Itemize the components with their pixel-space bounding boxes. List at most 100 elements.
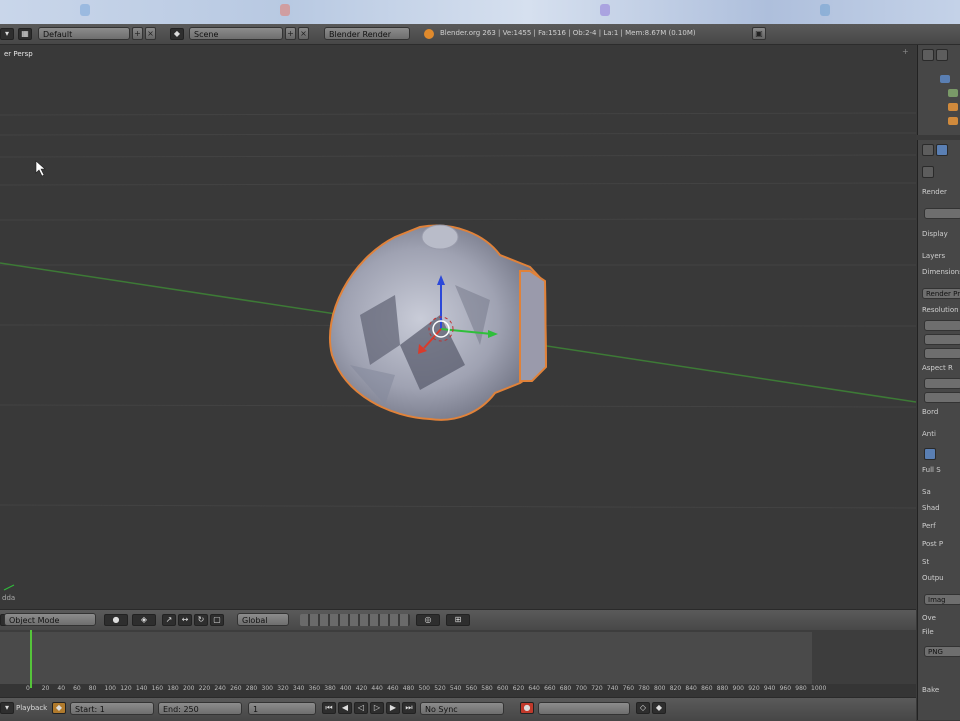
snap-icon[interactable]: ⊞ (446, 614, 470, 626)
render-presets-label: Render Pr (926, 290, 960, 298)
outliner-view-icon[interactable] (936, 49, 948, 61)
playhead-frame-cursor[interactable] (30, 630, 32, 688)
pivot-point-icon[interactable]: ◈ (132, 614, 156, 626)
frame-tick-label: 800 (654, 685, 666, 692)
camera-tab-icon[interactable] (922, 166, 934, 178)
prev-keyframe-icon[interactable]: ◀ (338, 702, 352, 714)
playback-menu[interactable]: Playback (16, 704, 47, 712)
timeline-track[interactable] (0, 632, 812, 684)
panel-display[interactable]: Display (922, 228, 960, 241)
border-checkbox[interactable]: Bord (922, 406, 960, 419)
panel-anti-aliasing[interactable]: Anti (922, 428, 960, 441)
frame-tick-label: 900 (732, 685, 744, 692)
lamp-object-icon[interactable] (948, 117, 958, 125)
render-buttons[interactable] (924, 208, 960, 219)
frame-tick-label: 20 (41, 685, 50, 692)
camera-object-icon[interactable] (948, 103, 958, 111)
screen-layout-icon[interactable]: ▦ (18, 28, 32, 40)
scene-field[interactable]: Scene (189, 27, 283, 40)
timeline-editor-icon[interactable]: ▾ (0, 702, 14, 714)
transform-orientation-dropdown[interactable]: Global (237, 613, 289, 626)
frame-tick-label: 300 (261, 685, 273, 692)
record-icon[interactable]: ● (520, 702, 534, 714)
panel-dimensions[interactable]: Dimensions (922, 266, 960, 279)
overwrite-checkbox[interactable]: Ove (922, 612, 960, 625)
outliner-panel[interactable] (917, 45, 960, 135)
next-keyframe-icon[interactable]: ▶ (386, 702, 400, 714)
keyframe-icon[interactable]: ◆ (52, 702, 66, 714)
frame-tick-label: 180 (167, 685, 179, 692)
frame-tick-label: 240 (214, 685, 226, 692)
jump-start-icon[interactable]: ⏮ (322, 702, 336, 714)
delete-keyframe-icon[interactable]: ◆ (652, 702, 666, 714)
object-mode-dropdown[interactable]: Object Mode (4, 613, 96, 626)
resolution-percent-field[interactable] (924, 348, 960, 359)
panel-stamp[interactable]: St (922, 556, 960, 569)
properties-panel[interactable]: Render Display Layers Dimensions Render … (917, 140, 960, 720)
scale-icon[interactable]: ▢ (210, 614, 224, 626)
resolution-x-field[interactable] (924, 320, 960, 331)
frame-tick-label: 680 (559, 685, 572, 692)
resolution-label: Resolution (922, 306, 959, 314)
add-layout-button[interactable]: + (132, 27, 143, 40)
frame-tick-label: 980 (795, 685, 807, 692)
frame-tick-label: 140 (135, 685, 148, 692)
panel-layers[interactable]: Layers (922, 250, 960, 263)
start-frame-field[interactable]: Start: 1 (70, 702, 154, 715)
rotate-icon[interactable]: ↻ (194, 614, 208, 626)
properties-editor-icon[interactable] (922, 144, 934, 156)
play-reverse-icon[interactable]: ◁ (354, 702, 368, 714)
panel-post-processing[interactable]: Post P (922, 538, 960, 551)
add-scene-button[interactable]: + (285, 27, 296, 40)
3d-viewport[interactable]: er Persp dda + (0, 45, 916, 609)
desktop-decoration (820, 4, 830, 16)
render-tab-icon[interactable] (936, 144, 948, 156)
layer-buttons[interactable] (300, 614, 410, 626)
play-icon[interactable]: ▷ (370, 702, 384, 714)
aspect-x-field[interactable] (924, 378, 960, 389)
file-extensions-checkbox[interactable]: File (922, 626, 960, 639)
proportional-edit-icon[interactable]: ◎ (416, 614, 440, 626)
frame-tick-label: 480 (402, 685, 415, 692)
full-sample-checkbox[interactable]: Full S (922, 464, 960, 477)
frame-tick-label: 420 (355, 685, 368, 692)
remove-scene-button[interactable]: × (298, 27, 309, 40)
viewport-canvas (0, 112, 916, 591)
screen-layout-field[interactable]: Default (38, 27, 130, 40)
frame-tick-label: 100 (104, 685, 116, 692)
end-frame-field[interactable]: End: 250 (158, 702, 242, 715)
outliner-editor-icon[interactable] (922, 49, 934, 61)
fullscreen-icon[interactable]: ▣ (752, 27, 766, 40)
panel-render[interactable]: Render (922, 186, 960, 199)
panel-bake[interactable]: Bake (922, 684, 960, 697)
panel-shading[interactable]: Shad (922, 502, 960, 515)
sync-mode-dropdown[interactable]: No Sync (420, 702, 504, 715)
jump-end-icon[interactable]: ⏭ (402, 702, 416, 714)
render-layer-icon[interactable] (948, 89, 958, 97)
scene-icon[interactable]: ◆ (170, 28, 184, 40)
panel-sampled-motion-blur[interactable]: Sa (922, 486, 960, 499)
panel-output[interactable]: Outpu (922, 572, 960, 585)
resolution-y-field[interactable] (924, 334, 960, 345)
frame-tick-label: 700 (575, 685, 587, 692)
viewport-shading-icon[interactable]: ● (104, 614, 128, 626)
insert-keyframe-icon[interactable]: ◇ (636, 702, 650, 714)
current-frame-field[interactable]: 1 (248, 702, 316, 715)
frame-tick-label: 840 (685, 685, 697, 692)
editor-type-icon[interactable]: ▾ (0, 28, 14, 40)
frame-tick-label: 600 (497, 685, 509, 692)
frame-tick-label: 80 (88, 685, 97, 692)
head-mesh-object[interactable] (329, 224, 548, 421)
remove-layout-button[interactable]: × (145, 27, 156, 40)
aspect-y-field[interactable] (924, 392, 960, 403)
keying-set-field[interactable] (538, 702, 630, 715)
area-split-icon[interactable]: + (902, 47, 914, 59)
scene-tree-icon[interactable] (940, 75, 950, 83)
manipulator-icon[interactable]: ↗ (162, 614, 176, 626)
panel-performance[interactable]: Perf (922, 520, 960, 533)
blender-logo-icon (424, 29, 434, 39)
translate-icon[interactable]: ↔ (178, 614, 192, 626)
timeline-header: ▾ Playback ◆ Start: 1 End: 250 1 ⏮ ◀ ◁ ▷… (0, 697, 916, 721)
render-engine-dropdown[interactable]: Blender Render (324, 27, 410, 40)
aa-samples-buttons[interactable] (924, 448, 936, 460)
